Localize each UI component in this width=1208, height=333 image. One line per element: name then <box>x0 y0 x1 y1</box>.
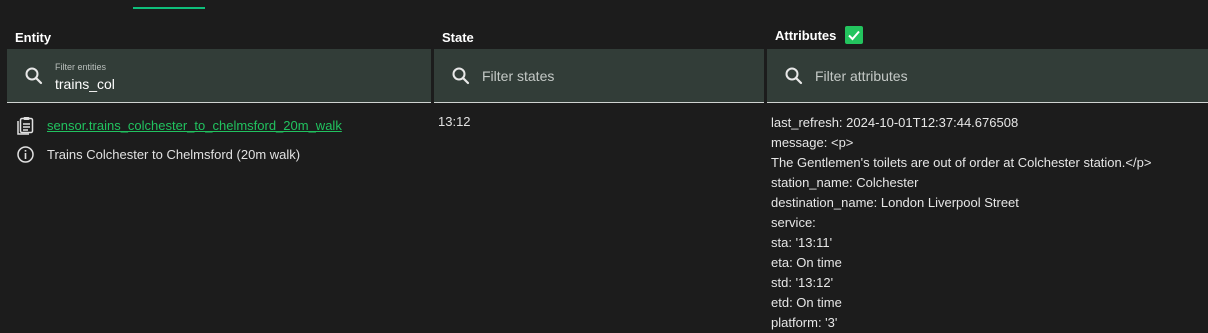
state-value: 13:12 <box>438 114 471 129</box>
entity-column-header: Entity <box>15 30 52 45</box>
filter-attributes-input[interactable]: Filter attributes <box>815 68 908 84</box>
search-icon <box>452 67 470 85</box>
entity-id-link[interactable]: sensor.trains_colchester_to_chelmsford_2… <box>47 118 342 133</box>
info-icon[interactable] <box>16 145 35 164</box>
attribute-line: etd: On time <box>771 295 842 310</box>
search-icon <box>25 67 43 85</box>
entity-friendly-name: Trains Colchester to Chelmsford (20m wal… <box>47 147 301 162</box>
developer-tools-states: Entity State Attributes Filter entities … <box>0 0 1208 333</box>
state-column-header: State <box>442 30 474 45</box>
attributes-header-label: Attributes <box>775 27 837 43</box>
attribute-line: platform: '3' <box>771 315 838 330</box>
filter-entities-input[interactable]: trains_col <box>55 76 115 92</box>
attribute-line: service: <box>771 215 816 230</box>
attribute-line: sta: '13:11' <box>771 235 833 250</box>
filter-entities-label: Filter entities <box>55 62 107 72</box>
attribute-line: std: '13:12' <box>771 275 834 290</box>
filter-states-input[interactable]: Filter states <box>482 68 554 84</box>
search-icon <box>785 67 803 85</box>
attributes-checkbox[interactable] <box>845 26 864 44</box>
filter-entities-field[interactable]: Filter entities trains_col <box>7 49 431 103</box>
attributes-column-header: Attributes <box>775 26 864 44</box>
attributes-list: last_refresh: 2024-10-01T12:37:44.676508… <box>771 113 1151 333</box>
entity-id-line: sensor.trains_colchester_to_chelmsford_2… <box>16 116 342 135</box>
attribute-line: station_name: Colchester <box>771 175 919 190</box>
clipboard-icon[interactable] <box>16 116 35 135</box>
table-row: sensor.trains_colchester_to_chelmsford_2… <box>0 104 1208 333</box>
attribute-line: last_refresh: 2024-10-01T12:37:44.676508 <box>771 115 1019 130</box>
attribute-line: destination_name: London Liverpool Stree… <box>771 195 1019 210</box>
attribute-line: eta: On time <box>771 255 842 270</box>
attribute-line: message: <p> <box>771 135 854 150</box>
attribute-line: The Gentlemen's toilets are out of order… <box>771 155 1152 170</box>
check-icon <box>848 30 861 41</box>
entity-name-line: Trains Colchester to Chelmsford (20m wal… <box>16 145 300 164</box>
filter-states-field[interactable]: Filter states <box>434 49 764 103</box>
active-tab-indicator <box>133 7 205 9</box>
filter-row: Filter entities trains_col Filter states… <box>0 49 1208 104</box>
filter-attributes-field[interactable]: Filter attributes <box>767 49 1208 103</box>
table-header: Entity State Attributes <box>0 26 1208 49</box>
